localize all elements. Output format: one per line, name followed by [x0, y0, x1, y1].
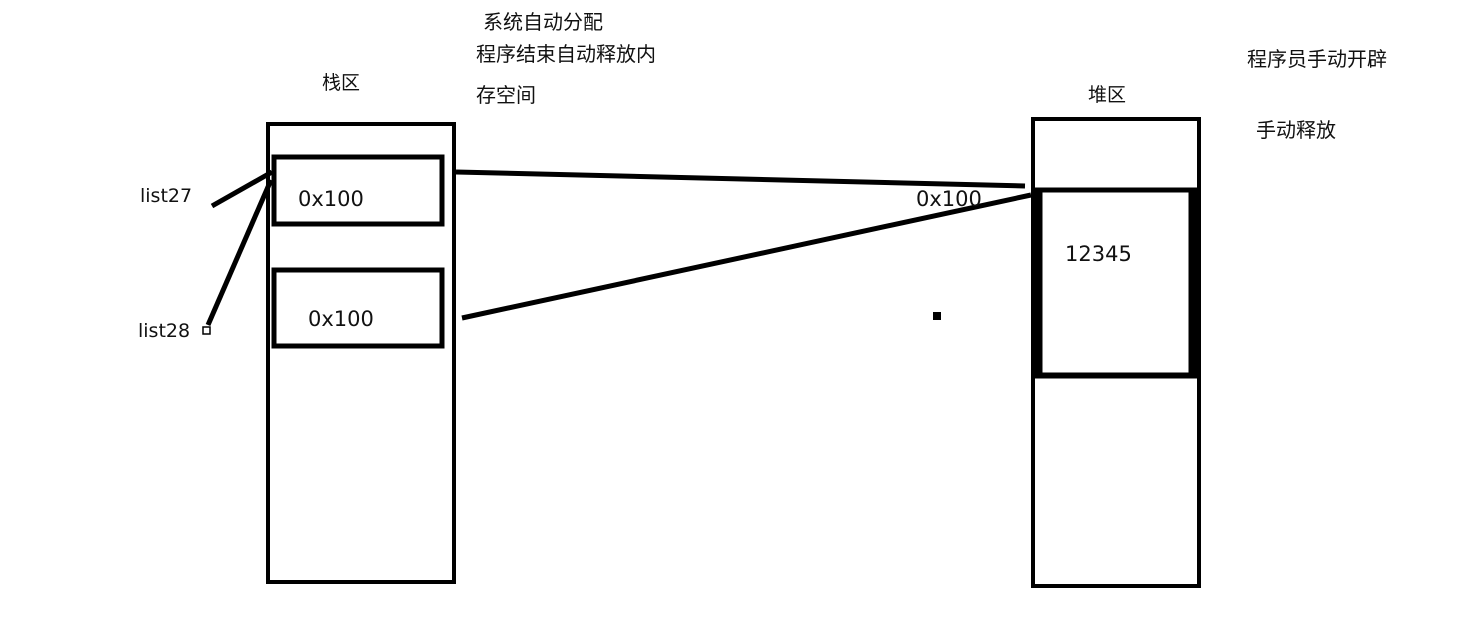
list28-marker: [202, 326, 211, 335]
heap-address-label: 0x100: [916, 187, 982, 211]
heap-allocated-block: [1033, 187, 1198, 378]
stack-note-line-3: 存空间: [476, 83, 536, 107]
variable-label-list27: list27: [140, 185, 193, 207]
stack-cell-list28-value: 0x100: [308, 307, 374, 331]
heap-title: 堆区: [1088, 84, 1127, 106]
stray-dot: [933, 312, 941, 320]
heap-note-line-1: 程序员手动开辟: [1247, 47, 1387, 71]
stack-title: 栈区: [322, 72, 361, 94]
stack-note-line-1: 系统自动分配: [483, 10, 603, 34]
heap-note-line-2: 手动释放: [1256, 118, 1336, 142]
stack-note-line-2: 程序结束自动释放内: [476, 42, 656, 66]
variable-label-list28: list28: [138, 320, 191, 342]
pointer-line-list27: [455, 169, 1026, 189]
memory-diagram: [202, 117, 1201, 588]
stack-cell-list27-value: 0x100: [298, 187, 364, 211]
pointer-line-list28: [461, 192, 1032, 321]
heap-stored-value: 12345: [1065, 242, 1132, 266]
